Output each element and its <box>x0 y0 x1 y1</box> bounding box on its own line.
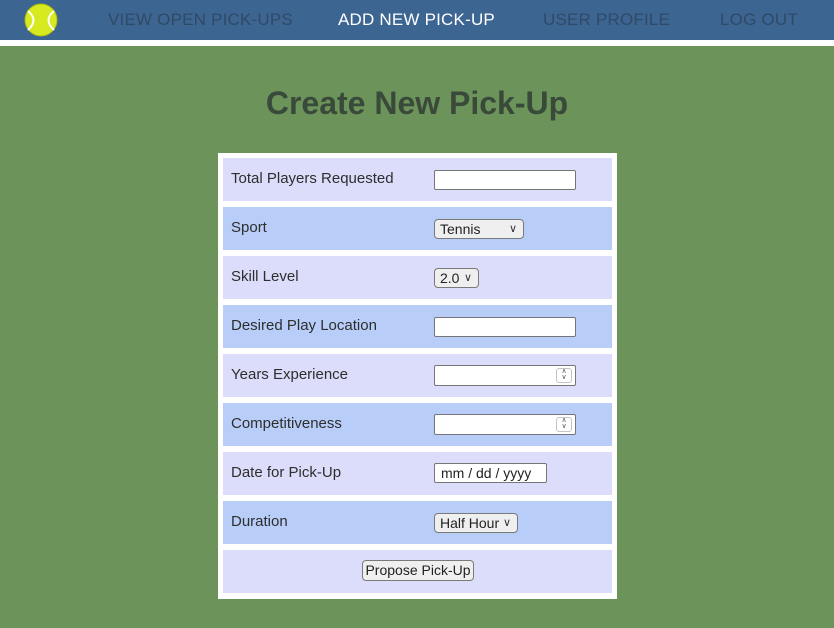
nav-user-profile[interactable]: USER PROFILE <box>543 10 670 30</box>
form-row-years-experience: Years Experience ∧ ∨ <box>223 354 612 397</box>
duration-select-value: Half Hour <box>440 515 500 531</box>
skill-level-select[interactable]: 2.0 ∨ <box>434 268 479 288</box>
tennis-ball-icon[interactable] <box>24 3 58 37</box>
play-location-label: Desired Play Location <box>231 317 377 334</box>
form-row-competitiveness: Competitiveness ∧ ∨ <box>223 403 612 446</box>
page-title: Create New Pick-Up <box>265 85 569 121</box>
total-players-label: Total Players Requested <box>231 170 394 187</box>
stepper-icon[interactable]: ∧ ∨ <box>556 368 572 383</box>
nav-view-open-pickups[interactable]: VIEW OPEN PICK-UPS <box>108 10 293 30</box>
play-location-input[interactable] <box>434 317 576 337</box>
form-row-play-location: Desired Play Location <box>223 305 612 348</box>
competitiveness-input[interactable]: ∧ ∨ <box>434 414 576 435</box>
form-row-submit: Propose Pick-Up <box>223 550 612 593</box>
skill-level-label: Skill Level <box>231 268 299 285</box>
years-experience-input[interactable]: ∧ ∨ <box>434 365 576 386</box>
total-players-input[interactable] <box>434 170 576 190</box>
top-navbar: VIEW OPEN PICK-UPS ADD NEW PICK-UP USER … <box>0 0 834 40</box>
duration-select[interactable]: Half Hour ∨ <box>434 513 518 533</box>
duration-label: Duration <box>231 513 288 530</box>
form-row-date: Date for Pick-Up mm / dd / yyyy <box>223 452 612 495</box>
date-input[interactable]: mm / dd / yyyy <box>434 463 547 483</box>
years-experience-label: Years Experience <box>231 366 349 383</box>
nav-add-new-pickup[interactable]: ADD NEW PICK-UP <box>338 10 495 30</box>
chevron-down-icon: ∨ <box>502 517 511 529</box>
competitiveness-label: Competitiveness <box>231 415 342 432</box>
sport-label: Sport <box>231 219 267 236</box>
sport-select[interactable]: Tennis ∨ <box>434 219 524 239</box>
chevron-down-icon: ∨ <box>463 272 472 284</box>
navbar-divider <box>0 40 834 46</box>
stepper-icon[interactable]: ∧ ∨ <box>556 417 572 432</box>
skill-level-select-value: 2.0 <box>440 270 460 286</box>
pickup-form: Total Players Requested Sport Tennis ∨ S… <box>218 153 617 599</box>
form-row-sport: Sport Tennis ∨ <box>223 207 612 250</box>
nav-log-out[interactable]: LOG OUT <box>720 10 798 30</box>
form-row-skill-level: Skill Level 2.0 ∨ <box>223 256 612 299</box>
form-row-duration: Duration Half Hour ∨ <box>223 501 612 544</box>
form-row-total-players: Total Players Requested <box>223 158 612 201</box>
propose-pickup-button[interactable]: Propose Pick-Up <box>362 560 474 581</box>
date-label: Date for Pick-Up <box>231 464 342 481</box>
chevron-down-icon: ∨ <box>508 223 517 235</box>
sport-select-value: Tennis <box>440 221 481 237</box>
